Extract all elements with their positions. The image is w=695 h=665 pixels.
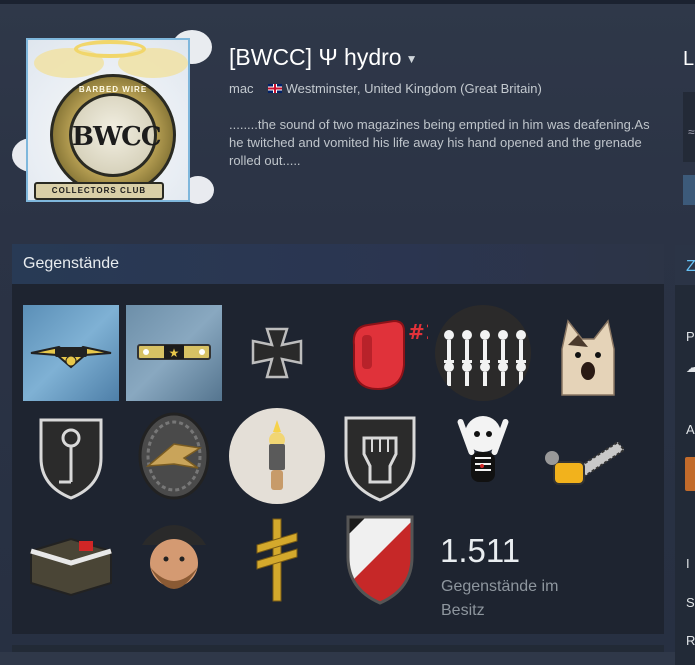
right-panel: Z P ☁ A I S R [675,245,695,665]
skeleton-costume-icon [457,416,509,482]
wrench-shield-icon [39,418,103,500]
avatar-ribbon: COLLECTORS CLUB [34,182,164,200]
svg-text:#1: #1 [408,320,428,344]
founders-badge-icon [30,345,112,369]
foam-finger-icon: #1 [352,319,428,391]
inventory-item[interactable] [435,408,531,504]
right-row[interactable]: P [686,329,695,344]
rank-ribbon-icon: ★ [137,344,211,360]
right-row[interactable]: A [686,422,695,437]
inventory-count[interactable]: 1.511 [440,532,520,570]
crate-icon [30,537,112,597]
right-row[interactable]: S [686,595,695,610]
inventory-title[interactable]: Gegenstände [12,244,664,284]
avatar-logo-text: BWCC [72,122,162,152]
inventory-item[interactable] [229,305,325,401]
inventory-item[interactable] [23,408,119,504]
inventory-item[interactable] [229,511,325,607]
real-name-row: mac Westminster, United Kingdom (Great Br… [229,81,542,96]
inventory-item[interactable] [229,408,325,504]
inventory-item[interactable]: #1 [332,305,428,401]
avatar-frame: BARBED WIRE BWCC COLLECTORS CLUB [12,26,214,218]
pop-cat-icon [561,319,615,396]
svg-text:★: ★ [169,346,180,360]
caret-down-icon: ▼ [405,51,418,66]
top-bar [0,0,695,4]
right-panel-head: Z [675,245,695,285]
gold-cross-icon [256,518,298,602]
right-row[interactable]: I [686,556,690,571]
badge-ring: BARBED WIRE BWCC [50,74,176,196]
level-header: L [683,48,695,70]
real-name: mac [229,81,254,96]
location: Westminster, United Kingdom (Great Brita… [285,81,542,96]
inventory-item[interactable] [538,305,634,401]
inventory-item[interactable] [332,408,428,504]
dancing-skeletons-icon [444,330,526,386]
iron-cross-icon [251,327,303,379]
inventory-item[interactable] [538,408,634,504]
inventory-item[interactable] [126,408,222,504]
right-row[interactable]: R [686,633,695,648]
inventory-count-label[interactable]: Gegenstände im Besitz [441,575,591,623]
inventory-item[interactable] [435,305,531,401]
persona-name-dropdown[interactable]: [BWCC] Ψ hydro ▼ [229,44,417,71]
profile-summary: ........the sound of two magazines being… [229,117,650,168]
badge-inner: BWCC [69,93,162,177]
persona-name: [BWCC] Ψ hydro [229,44,402,70]
bearded-soldier-icon [142,525,206,589]
halo-icon [74,40,146,58]
inventory-item[interactable]: ★ [126,305,222,401]
inventory-item[interactable] [23,511,119,607]
edit-profile-button[interactable] [683,175,695,205]
inventory-item[interactable] [332,511,428,607]
pistol-icon [269,420,285,490]
inventory-item[interactable] [126,511,222,607]
cloud-icon: ☁ [686,359,695,375]
level-box: ≈ [683,92,695,162]
avatar[interactable]: BARBED WIRE BWCC COLLECTORS CLUB [26,38,190,202]
flag-shield-icon [346,515,414,605]
badge-thumb[interactable] [685,457,695,491]
uk-flag-icon [267,84,282,93]
inventory-item[interactable] [23,305,119,401]
fist-shield-icon [344,416,416,502]
chainsaw-icon [545,440,626,485]
right-panel-title[interactable]: Z [686,258,695,276]
eagle-badge-icon [138,412,210,500]
next-panel-edge [12,645,664,652]
